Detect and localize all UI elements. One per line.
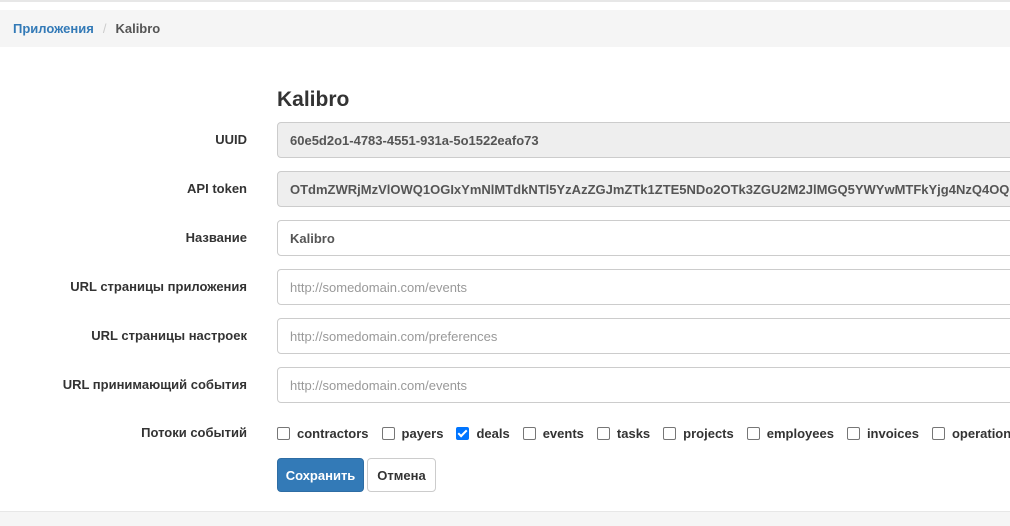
stream-checkbox-employees[interactable] (746, 426, 760, 440)
breadcrumb-current: Kalibro (115, 21, 161, 36)
stream-option-label: projects (683, 425, 734, 441)
api-token-row: API token (0, 171, 1010, 207)
breadcrumb-link-applications[interactable]: Приложения (13, 21, 94, 36)
stream-option-events[interactable]: events (522, 425, 584, 441)
stream-option-label: deals (476, 425, 510, 441)
stream-checkbox-tasks[interactable] (596, 426, 610, 440)
page-title: Kalibro (277, 88, 350, 111)
stream-option-deals[interactable]: deals (456, 425, 510, 441)
cancel-button[interactable]: Отмена (367, 458, 436, 492)
form-actions: Сохранить Отмена (277, 458, 436, 492)
uuid-row: UUID (0, 122, 1010, 158)
stream-option-label: payers (401, 425, 444, 441)
stream-option-label: contractors (297, 425, 369, 441)
streams-checkbox-group: contractors payers deals events tasks project… (277, 423, 1010, 443)
events-url-label: URL принимающий события (62, 377, 247, 392)
uuid-field[interactable] (277, 122, 1010, 158)
stream-checkbox-contractors[interactable] (277, 426, 290, 440)
save-button[interactable]: Сохранить (277, 458, 364, 492)
stream-option-tasks[interactable]: tasks (596, 425, 651, 441)
stream-checkbox-deals[interactable] (456, 426, 470, 440)
app-url-label: URL страницы приложения (70, 279, 247, 294)
stream-option-employees[interactable]: employees (746, 425, 834, 441)
name-field[interactable] (277, 220, 1010, 256)
settings-url-label: URL страницы настроек (91, 328, 247, 343)
stream-checkbox-payers[interactable] (381, 426, 395, 440)
name-label: Название (185, 230, 247, 245)
settings-url-row: URL страницы настроек (0, 318, 1010, 354)
breadcrumb: Приложения / Kalibro (0, 10, 1010, 47)
events-url-row: URL принимающий события (0, 367, 1010, 403)
settings-url-field[interactable] (277, 318, 1010, 354)
name-row: Название (0, 220, 1010, 256)
uuid-label: UUID (215, 132, 247, 147)
stream-option-label: tasks (616, 425, 651, 441)
stream-option-label: operations (951, 425, 1010, 441)
stream-option-contractors[interactable]: contractors (277, 426, 369, 441)
api-token-field[interactable] (277, 171, 1010, 207)
footer-strip (0, 512, 1010, 526)
streams-label: Потоки событий (141, 425, 247, 440)
events-url-field[interactable] (277, 367, 1010, 403)
stream-option-invoices[interactable]: invoices (846, 425, 919, 441)
app-url-field[interactable] (277, 269, 1010, 305)
stream-option-label: employees (766, 425, 834, 441)
stream-checkbox-events[interactable] (522, 426, 536, 440)
app-url-row: URL страницы приложения (0, 269, 1010, 305)
stream-checkbox-projects[interactable] (663, 426, 677, 440)
stream-option-label: events (542, 425, 584, 441)
breadcrumb-separator: / (102, 21, 107, 36)
top-divider (0, 0, 1010, 2)
stream-checkbox-invoices[interactable] (846, 426, 860, 440)
api-token-label: API token (187, 181, 247, 196)
stream-checkbox-operations[interactable] (931, 426, 945, 440)
stream-option-operations[interactable]: operations (931, 425, 1010, 441)
stream-option-projects[interactable]: projects (663, 426, 734, 441)
stream-option-label: invoices (866, 425, 919, 441)
stream-option-payers[interactable]: payers (381, 425, 444, 441)
